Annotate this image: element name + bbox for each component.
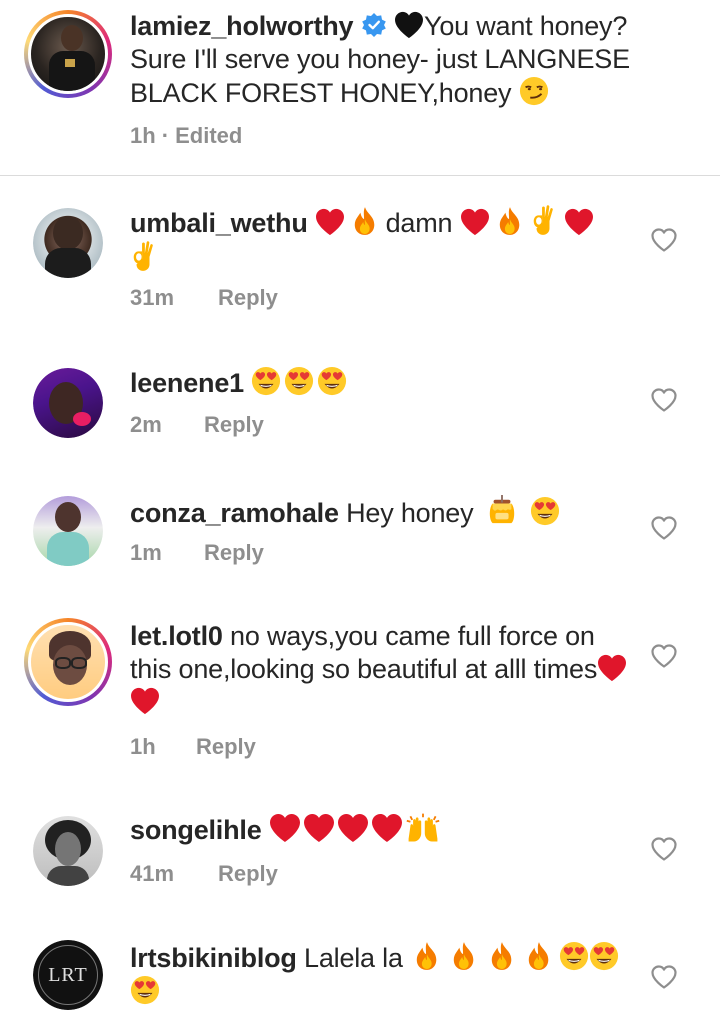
comment-body: Hey honey <box>346 498 474 528</box>
comment-meta: 31m Reply <box>130 285 278 311</box>
comment-avatar[interactable]: LRT <box>33 940 103 1010</box>
like-heart-icon[interactable] <box>651 516 677 540</box>
comment-meta: 41m Reply <box>130 861 278 887</box>
red-heart-emoji-icon <box>371 813 403 843</box>
verified-badge-icon <box>361 13 386 37</box>
red-heart-emoji-icon <box>337 813 369 843</box>
lrt-logo-text: LRT <box>48 963 88 986</box>
fire-emoji-icon <box>497 206 523 236</box>
comment-meta: 2m Reply <box>130 412 264 438</box>
red-heart-emoji-icon <box>269 813 301 843</box>
fire-emoji-icon <box>526 941 552 971</box>
red-heart-emoji-icon <box>315 208 345 236</box>
comment-text: let.lotl0 no ways,you came full force on… <box>130 620 630 719</box>
red-heart-emoji-icon <box>564 208 594 236</box>
comment-time: 41m <box>130 861 175 886</box>
comment-text: conza_ramohale Hey honey <box>130 494 640 530</box>
comment-avatar[interactable] <box>33 816 103 886</box>
red-heart-emoji-icon <box>597 654 627 682</box>
like-heart-icon[interactable] <box>651 228 677 252</box>
fire-emoji-icon <box>414 941 440 971</box>
comment-meta: 1m Reply <box>130 540 264 566</box>
caption-meta: 1h · Edited <box>130 123 242 149</box>
comment-avatar[interactable] <box>33 368 103 438</box>
comment-text: lrtsbikiniblog Lalela la <box>130 941 630 1009</box>
comment-username[interactable]: let.lotl0 <box>130 621 223 651</box>
comment-avatar[interactable] <box>24 618 112 706</box>
comment-avatar[interactable] <box>33 208 103 278</box>
comment-username[interactable]: umbali_wethu <box>130 208 308 238</box>
like-heart-icon[interactable] <box>651 965 677 989</box>
fire-emoji-icon <box>352 206 378 236</box>
comment-time: 1m <box>130 540 162 565</box>
comment-username[interactable]: conza_ramohale <box>130 498 339 528</box>
ok-hand-emoji-icon <box>530 204 556 236</box>
heart-eyes-emoji-icon <box>530 496 560 526</box>
comment-time: 31m <box>130 285 175 310</box>
comment-body: Lalela la <box>304 943 403 973</box>
heart-eyes-emoji-icon <box>589 941 619 971</box>
caption-divider <box>0 175 720 176</box>
comment-username[interactable]: leenene1 <box>130 368 244 398</box>
black-heart-emoji-icon <box>394 11 424 39</box>
raised-hands-emoji-icon <box>405 813 441 843</box>
comment-time: 2m <box>130 412 162 437</box>
comment-username[interactable]: songelihle <box>130 815 262 845</box>
like-heart-icon[interactable] <box>651 644 677 668</box>
reply-button[interactable]: Reply <box>204 412 264 438</box>
red-heart-emoji-icon <box>460 208 490 236</box>
reply-button[interactable]: Reply <box>218 861 278 887</box>
caption-body: Sure I'll serve you honey- just LANGNESE… <box>130 44 630 108</box>
red-heart-emoji-icon <box>130 687 160 715</box>
reply-button[interactable]: Reply <box>196 734 256 760</box>
fire-emoji-icon <box>451 941 477 971</box>
comment-body: damn <box>385 208 453 238</box>
ok-hand-emoji-icon <box>130 240 156 272</box>
comment-text: songelihle <box>130 813 640 847</box>
like-heart-icon[interactable] <box>651 837 677 861</box>
comment-text: umbali_wethu damn <box>130 204 620 276</box>
caption-line1: You want honey? <box>423 11 628 41</box>
reply-button[interactable]: Reply <box>204 540 264 566</box>
reply-button[interactable]: Reply <box>218 285 278 311</box>
honey-pot-emoji-icon <box>487 494 517 526</box>
like-heart-icon[interactable] <box>651 388 677 412</box>
fire-emoji-icon <box>489 941 515 971</box>
smirk-emoji-icon <box>519 76 549 106</box>
heart-eyes-emoji-icon <box>317 366 347 396</box>
comment-avatar[interactable] <box>33 496 103 566</box>
caption-avatar[interactable] <box>24 10 112 98</box>
caption-username[interactable]: lamiez_holworthy <box>130 11 354 41</box>
caption-time: 1h <box>130 123 156 148</box>
comment-meta: 1h Reply <box>130 734 256 760</box>
caption-text: lamiez_holworthy You want honey? Sure I'… <box>130 10 660 110</box>
comment-username[interactable]: lrtsbikiniblog <box>130 943 297 973</box>
comment-text: leenene1 <box>130 366 640 400</box>
heart-eyes-emoji-icon <box>130 975 160 1005</box>
heart-eyes-emoji-icon <box>559 941 589 971</box>
heart-eyes-emoji-icon <box>251 366 281 396</box>
caption-edited: · Edited <box>161 123 243 148</box>
heart-eyes-emoji-icon <box>284 366 314 396</box>
comment-time: 1h <box>130 734 156 759</box>
red-heart-emoji-icon <box>303 813 335 843</box>
